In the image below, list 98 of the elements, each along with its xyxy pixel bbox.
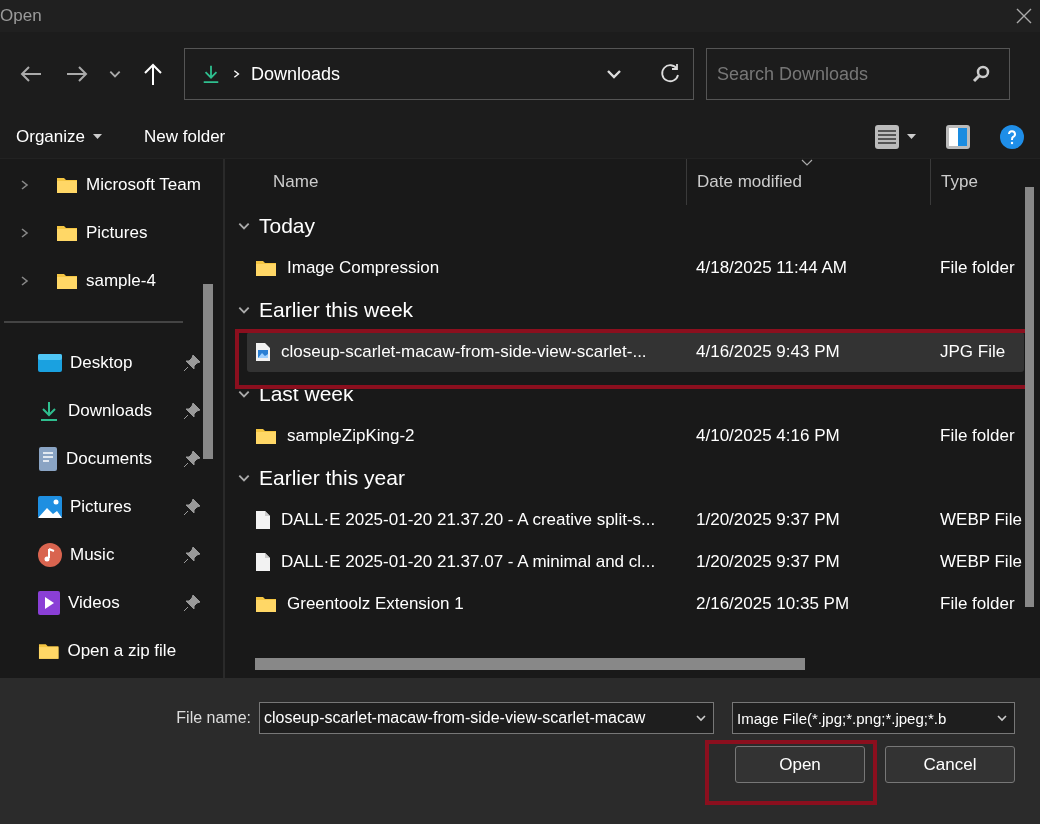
pin-icon[interactable] — [183, 450, 201, 468]
file-row[interactable]: Greentoolz Extension 1 2/16/2025 10:35 PM File folder — [225, 584, 1024, 624]
up-arrow-icon — [142, 62, 164, 86]
desktop-icon — [38, 353, 62, 373]
quick-access-item[interactable]: Desktop — [0, 339, 223, 387]
type-cell-text: File folder — [939, 258, 1016, 278]
type-cell-text: WEBP File — [939, 510, 1023, 530]
back-arrow-icon — [19, 64, 43, 84]
folder-icon — [56, 176, 78, 194]
file-name-label: File name: — [176, 709, 251, 727]
quick-access-item[interactable]: Open a zip file — [0, 627, 223, 675]
file-row[interactable]: Image Compression 4/18/2025 11:44 AM File folder — [225, 248, 1024, 288]
file-name: DALL·E 2025-01-20 21.37.07 - A minimal and cl... — [225, 552, 686, 572]
date-cell-text: 2/16/2025 10:35 PM — [695, 594, 851, 614]
folder-label: sample-4 — [86, 271, 157, 291]
folder-icon — [56, 272, 78, 290]
date-cell-text: 4/18/2025 11:44 AM — [695, 258, 848, 278]
location-label: Downloads — [68, 401, 154, 421]
quick-access-item[interactable]: Downloads — [0, 387, 223, 435]
video-icon — [38, 591, 60, 615]
path-text: Downloads — [251, 63, 342, 85]
tree-item[interactable]: Microsoft Team — [0, 161, 223, 209]
date-cell-text: 4/10/2025 4:16 PM — [695, 426, 841, 446]
quick-access-item[interactable]: Videos — [0, 579, 223, 627]
dropdown-icon — [996, 712, 1008, 724]
image-file-icon — [255, 342, 271, 362]
quick-access-item[interactable]: Music — [0, 531, 223, 579]
forward-arrow-icon — [65, 64, 89, 84]
file-row[interactable]: DALL·E 2025-01-20 21.37.07 - A minimal and cl... 1/20/2025 9:37 PM WEBP File — [225, 542, 1024, 582]
folder-icon — [255, 595, 277, 613]
refresh-icon[interactable] — [659, 63, 681, 85]
document-icon — [38, 447, 58, 471]
scrollbar-thumb[interactable] — [1025, 187, 1034, 607]
scrollbar-thumb[interactable] — [255, 658, 805, 670]
folder-icon — [255, 427, 277, 445]
pin-icon[interactable] — [183, 498, 201, 516]
quick-access-item[interactable]: Documents — [0, 435, 223, 483]
window-title: Open — [0, 6, 42, 26]
download-icon — [201, 64, 221, 84]
folder-icon — [38, 642, 60, 660]
file-type-dropdown[interactable]: Image File(*.jpg;*.png;*.jpeg;*.b — [732, 702, 1015, 734]
help-icon[interactable] — [1000, 125, 1024, 149]
dropdown-icon[interactable] — [907, 134, 916, 140]
file-name: sampleZipKing-2 — [225, 426, 686, 446]
pictures-icon — [38, 496, 62, 518]
file-name: closeup-scarlet-macaw-from-side-view-scarlet-... — [247, 342, 686, 362]
organize-button[interactable]: Organize — [16, 123, 102, 151]
quick-access-item[interactable]: Pictures — [0, 483, 223, 531]
location-label: Open a zip file — [67, 641, 177, 661]
music-icon — [38, 543, 62, 567]
download-icon — [38, 400, 60, 422]
search-icon — [972, 65, 990, 83]
file-name-field[interactable]: closeup-scarlet-macaw-from-side-view-scarlet-macaw — [259, 702, 714, 734]
document-icon — [255, 552, 271, 572]
location-label: Music — [70, 545, 116, 565]
location-label: Documents — [66, 449, 153, 469]
pin-icon[interactable] — [183, 594, 201, 612]
close-icon[interactable] — [1016, 8, 1032, 24]
view-options-icon[interactable] — [875, 125, 899, 149]
sort-icon — [801, 159, 814, 167]
new-folder-button[interactable]: New folder — [144, 123, 226, 151]
type-cell-text: File folder — [939, 426, 1016, 446]
dialog-button[interactable]: Cancel — [885, 746, 1015, 783]
date-cell-text: 4/16/2025 9:43 PM — [695, 342, 841, 362]
document-icon — [255, 510, 271, 530]
location-label: Desktop — [70, 353, 134, 373]
folder-label: Microsoft Team — [86, 175, 202, 195]
folder-label: Pictures — [86, 223, 149, 243]
pin-icon[interactable] — [183, 402, 201, 420]
file-row[interactable]: DALL·E 2025-01-20 21.37.20 - A creative split-s... 1/20/2025 9:37 PM WEBP File — [225, 500, 1024, 540]
file-name: Greentoolz Extension 1 — [225, 594, 686, 614]
location-label: Videos — [68, 593, 121, 613]
folder-icon — [255, 259, 277, 277]
date-cell-text: 1/20/2025 9:37 PM — [695, 510, 841, 530]
pin-icon[interactable] — [183, 354, 201, 372]
folder-icon — [56, 224, 78, 242]
caret-icon — [93, 134, 102, 140]
file-row[interactable]: sampleZipKing-2 4/10/2025 4:16 PM File folder — [225, 416, 1024, 456]
dropdown-icon — [695, 712, 707, 724]
type-cell-text: JPG File — [939, 342, 1007, 362]
scrollbar-thumb[interactable] — [203, 284, 213, 459]
type-cell-text: WEBP File — [939, 552, 1023, 572]
file-row[interactable]: closeup-scarlet-macaw-from-side-view-scarlet-... 4/16/2025 9:43 PM JPG File — [247, 332, 1024, 372]
column-header[interactable]: Name — [225, 159, 686, 205]
column-header[interactable]: Date modified — [686, 159, 930, 205]
tree-item[interactable]: Pictures — [0, 209, 223, 257]
search-field[interactable]: Search Downloads — [706, 48, 1010, 100]
date-cell-text: 1/20/2025 9:37 PM — [695, 552, 841, 572]
location-label: Pictures — [70, 497, 133, 517]
file-name: DALL·E 2025-01-20 21.37.20 - A creative split-s... — [225, 510, 686, 530]
dialog-button[interactable]: Open — [735, 746, 865, 783]
tree-item[interactable]: sample-4 — [0, 257, 223, 305]
pin-icon[interactable] — [183, 546, 201, 564]
preview-pane-icon[interactable] — [946, 125, 970, 149]
chevron-icon — [231, 69, 241, 79]
type-cell-text: File folder — [939, 594, 1016, 614]
file-name: Image Compression — [225, 258, 686, 278]
address-bar[interactable]: Downloads — [184, 48, 694, 100]
